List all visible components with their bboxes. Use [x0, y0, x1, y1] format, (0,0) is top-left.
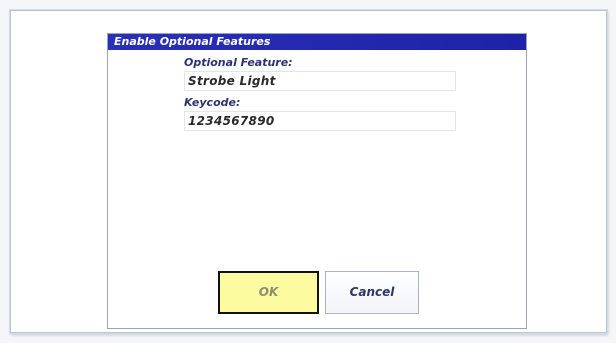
keycode-label: Keycode: [184, 96, 241, 109]
device-screen: Enable Optional Features Optional Featur… [10, 10, 607, 333]
enable-optional-features-dialog: Enable Optional Features Optional Featur… [107, 33, 527, 329]
optional-feature-field[interactable]: Strobe Light [184, 71, 456, 91]
keycode-field[interactable]: 1234567890 [184, 111, 456, 131]
ok-button[interactable]: OK [218, 271, 319, 314]
dialog-title: Enable Optional Features [108, 34, 526, 50]
optional-feature-label: Optional Feature: [184, 56, 293, 69]
cancel-button[interactable]: Cancel [325, 271, 419, 314]
